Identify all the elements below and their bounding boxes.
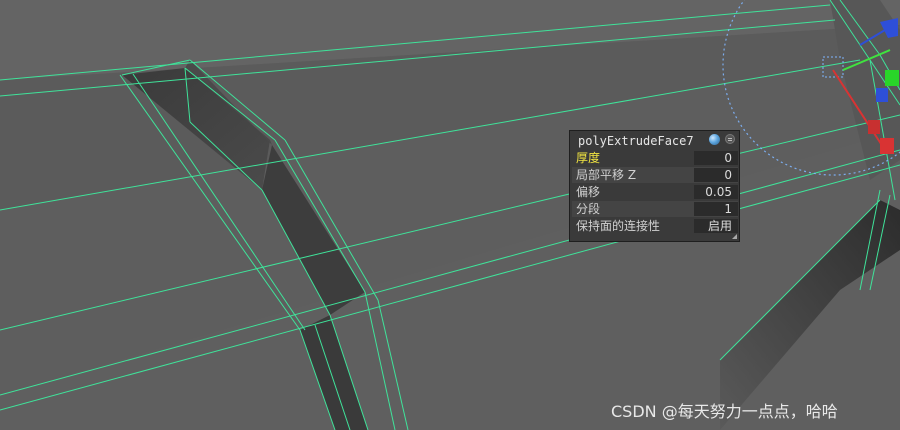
maya-viewport[interactable]: polyExtrudeFace7 厚度 0 局部平移 Z 0 偏移 0.05 分… — [0, 0, 900, 430]
hud-label-keep-faces-together: 保持面的连接性 — [576, 219, 661, 233]
hud-row-keep-faces-together[interactable]: 保持面的连接性 启用 — [572, 218, 738, 234]
hud-value-offset[interactable]: 0.05 — [694, 185, 738, 199]
hud-row-divisions[interactable]: 分段 1 — [572, 201, 738, 217]
hud-menu-icon[interactable] — [725, 134, 735, 144]
hud-label-thickness: 厚度 — [576, 151, 601, 165]
hud-label-divisions: 分段 — [576, 202, 601, 216]
poly-extrude-hud[interactable]: polyExtrudeFace7 厚度 0 局部平移 Z 0 偏移 0.05 分… — [569, 130, 740, 242]
hud-row-thickness[interactable]: 厚度 0 — [572, 150, 738, 166]
hud-resize-handle[interactable] — [732, 234, 737, 239]
hud-value-divisions[interactable]: 1 — [694, 202, 738, 216]
viewport-scene[interactable] — [0, 0, 900, 430]
hud-value-keep-faces-together[interactable]: 启用 — [694, 219, 738, 233]
hud-row-local-translate-z[interactable]: 局部平移 Z 0 — [572, 167, 738, 183]
hud-title: polyExtrudeFace7 — [578, 134, 694, 148]
watermark-text: CSDN @每天努力一点点，哈哈 — [611, 402, 838, 421]
hud-value-local-translate-z[interactable]: 0 — [694, 168, 738, 182]
hud-label-offset: 偏移 — [576, 185, 601, 199]
hud-row-offset[interactable]: 偏移 0.05 — [572, 184, 738, 200]
hud-status-icon[interactable] — [709, 134, 720, 145]
hud-label-local-translate-z: 局部平移 Z — [576, 168, 637, 182]
hud-value-thickness[interactable]: 0 — [694, 151, 738, 165]
